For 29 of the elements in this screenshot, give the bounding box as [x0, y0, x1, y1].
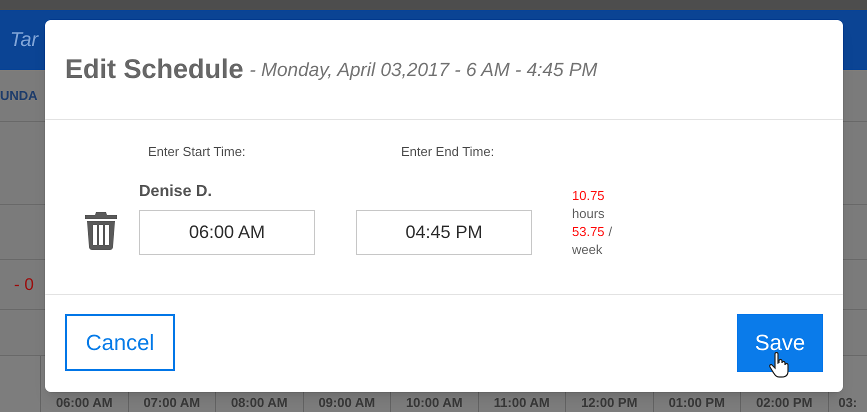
time-slot-label: 01:00 PM [668, 394, 725, 412]
dialog-title: Edit Schedule [65, 53, 244, 86]
start-time-label: Enter Start Time: [148, 143, 247, 161]
time-slot-label: 11:00 AM [494, 394, 550, 412]
daily-hours: 10.75 [572, 186, 605, 204]
time-slot-label: 08:00 AM [230, 394, 288, 412]
weekly-hours: 53.75 [572, 222, 605, 240]
week-unit: week [572, 240, 602, 258]
hand-cursor-icon [769, 352, 789, 378]
separator-slash: / [608, 222, 612, 240]
hours-unit: hours [572, 204, 605, 222]
time-slot-label: 06:00 AM [56, 394, 113, 412]
column-header: UNDA [0, 86, 38, 105]
time-slot-label: 02:00 PM [756, 394, 812, 412]
time-slot-label: 03: [838, 394, 858, 412]
time-slot-label: 10:00 AM [406, 394, 463, 412]
end-time-label: Enter End Time: [401, 143, 494, 161]
save-button[interactable]: Save [737, 314, 823, 372]
time-slot-label: 12:00 PM [581, 394, 638, 412]
banner-text: Tar [10, 28, 38, 53]
dialog-subtitle: - Monday, April 03,2017 - 6 AM - 4:45 PM [250, 59, 598, 84]
cancel-button[interactable]: Cancel [65, 314, 175, 371]
row-value: - 0 [14, 274, 34, 296]
time-slot-label: 09:00 AM [318, 394, 376, 412]
start-time-field[interactable]: 06:00 AM [139, 210, 315, 254]
trash-icon[interactable] [84, 212, 118, 250]
employee-name: Denise D. [139, 182, 213, 202]
time-slot-label: 07:00 AM [143, 394, 200, 412]
end-time-field[interactable]: 04:45 PM [356, 210, 532, 254]
